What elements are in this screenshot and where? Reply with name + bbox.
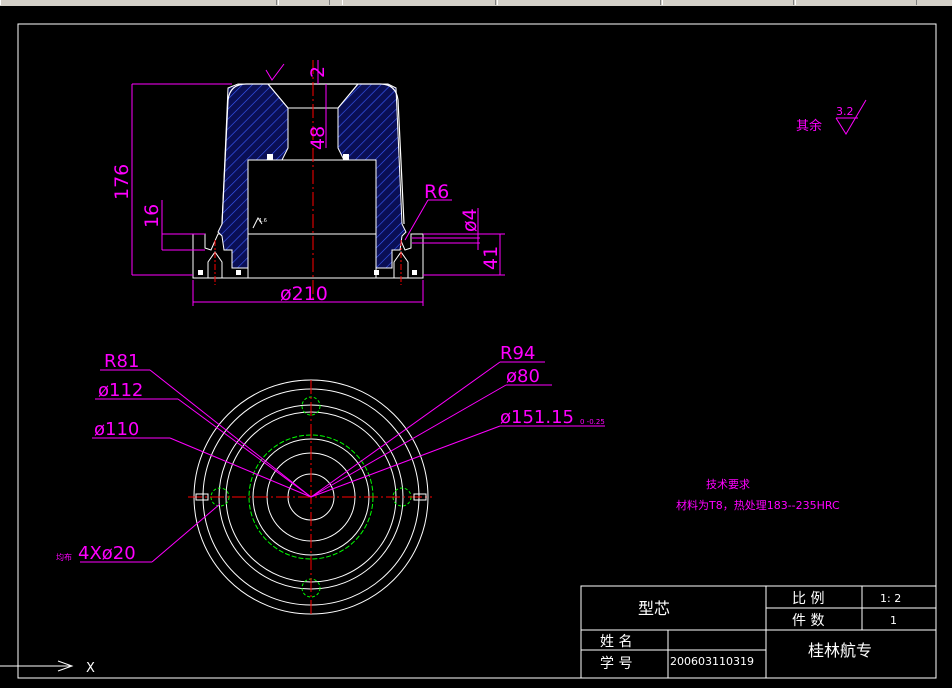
id-value: 200603110319 xyxy=(670,655,754,668)
toolbar-segment xyxy=(662,0,794,5)
leader-d151: ø151.15 xyxy=(500,407,574,428)
leader-d112: ø112 xyxy=(98,380,143,401)
dim-fillet: R6 xyxy=(424,181,449,203)
qty-value: 1 xyxy=(890,614,897,627)
leader-d80: ø80 xyxy=(506,366,540,387)
dim-height: 176 xyxy=(111,164,133,200)
section-hatch-right[interactable] xyxy=(337,83,407,269)
section-hatch-left[interactable] xyxy=(217,83,289,269)
toolbar-segment xyxy=(497,0,661,5)
roughness-symbol-small: 1.6 xyxy=(259,218,267,224)
dim-slot-width: ø4 xyxy=(459,208,481,232)
dim-top-depth: 2 xyxy=(307,66,329,78)
dim-base-diameter: ø210 xyxy=(280,283,328,305)
ucs-icon: X xyxy=(0,660,95,676)
key-slot xyxy=(343,154,349,160)
plan-view xyxy=(188,379,432,615)
key-slot xyxy=(236,270,241,275)
note-uniform: 均布 xyxy=(56,552,72,562)
scale-value: 1: 2 xyxy=(880,592,901,605)
toolbar-segment xyxy=(278,0,330,5)
ucs-x-label: X xyxy=(86,661,95,676)
key-slot xyxy=(267,154,273,160)
toolbar-segment xyxy=(795,0,917,5)
leader-d110: ø110 xyxy=(94,419,139,440)
cad-drawing-canvas[interactable]: 1.6 176 16 ø210 41 ø4 R6 48 2 R81 ø112 ø… xyxy=(0,6,952,688)
plan-leader-labels: R81 ø112 ø110 4Xø20 R94 ø80 ø151.15 0 -0… xyxy=(56,343,605,564)
section-view: 1.6 xyxy=(192,60,424,300)
section-dimension-labels: 176 16 ø210 41 ø4 R6 48 2 xyxy=(111,66,502,305)
dim-base-height: 41 xyxy=(480,246,502,270)
tech-line-1: 材料为T8，热处理183--235HRC xyxy=(676,498,840,512)
dim-flange-height: 16 xyxy=(141,204,163,228)
dim-inner-depth: 48 xyxy=(307,126,329,150)
leader-r81: R81 xyxy=(104,351,139,372)
tech-requirements: 技术要求 材料为T8，热处理183--235HRC xyxy=(676,478,840,512)
scale-label: 比 例 xyxy=(792,591,824,607)
plan-leaders xyxy=(80,361,605,563)
roughness-note: 其余 3.2 xyxy=(796,99,867,135)
school-name: 桂林航专 xyxy=(808,641,872,660)
tech-title: 技术要求 xyxy=(706,478,750,491)
key-slot xyxy=(374,270,379,275)
toolbar-segment xyxy=(0,0,277,5)
key-slot xyxy=(412,270,417,275)
leader-r94: R94 xyxy=(500,343,535,364)
leader-d151-tol: 0 -0.25 xyxy=(580,418,605,426)
part-name: 型芯 xyxy=(638,599,670,618)
title-block-text: 型芯 比 例 1: 2 件 数 1 姓 名 学 号 200603110319 桂… xyxy=(600,591,901,672)
roughness-label: 其余 xyxy=(796,118,822,134)
id-label: 学 号 xyxy=(600,656,632,672)
toolbar-segment xyxy=(342,0,496,5)
roughness-value: 3.2 xyxy=(836,105,854,118)
name-label: 姓 名 xyxy=(600,634,632,650)
leader-holes: 4Xø20 xyxy=(78,543,136,564)
qty-label: 件 数 xyxy=(792,613,824,629)
key-slot xyxy=(198,270,203,275)
